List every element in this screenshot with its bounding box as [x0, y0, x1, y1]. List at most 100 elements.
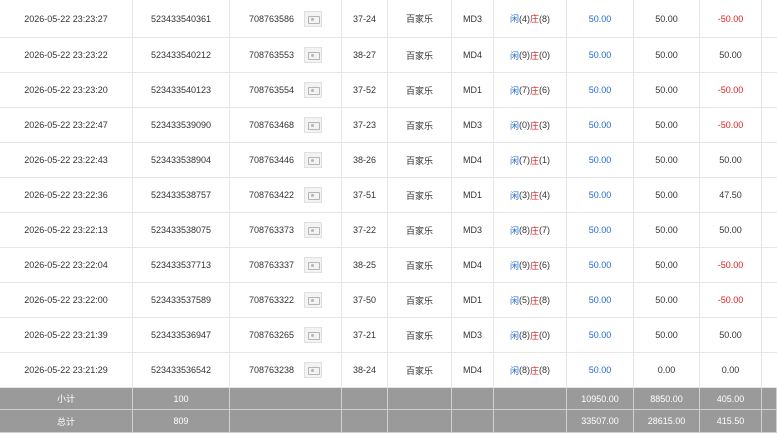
game-name: 百家乐 — [388, 283, 452, 317]
bet-time: 2026-05-22 23:23:20 — [0, 73, 133, 107]
room-code: MD4 — [452, 353, 494, 387]
trailing-cell — [762, 213, 777, 247]
total-valid: 28615.00 — [634, 410, 700, 432]
valid-bet: 50.00 — [634, 108, 700, 142]
trailing-cell — [762, 410, 777, 432]
trailing-cell — [762, 143, 777, 177]
trailing-cell — [762, 283, 777, 317]
result-cell: 闲 (9) 庄 (6) — [494, 248, 567, 282]
banker-label: 庄 — [530, 14, 540, 24]
bet-amount: 50.00 — [567, 213, 634, 247]
banker-score: (8) — [539, 365, 551, 375]
bet-id: 523433540123 — [133, 73, 230, 107]
win-loss: 0.00 — [700, 353, 762, 387]
image-thumbnail-icon[interactable] — [304, 222, 323, 238]
player-label: 闲 — [509, 260, 519, 271]
subtotal-count: 100 — [133, 388, 230, 409]
win-loss: 50.00 — [700, 213, 762, 247]
bet-amount: 50.00 — [567, 318, 634, 352]
bet-id: 523433538904 — [133, 143, 230, 177]
table-number: 37-52 — [342, 73, 388, 107]
round-id: 708763238 — [248, 365, 295, 375]
round-cell: 708763468 — [230, 108, 342, 142]
bet-id: 523433540361 — [133, 0, 230, 37]
total-count: 809 — [133, 410, 230, 432]
trailing-cell — [762, 388, 777, 409]
bet-id: 523433537589 — [133, 283, 230, 317]
table-row: 2026-05-22 23:21:29 523433536542 708763238… — [0, 353, 777, 388]
table-number: 37-24 — [342, 0, 388, 37]
round-cell: 708763554 — [230, 73, 342, 107]
banker-score: (8) — [539, 295, 551, 305]
empty-cell — [230, 410, 342, 432]
trailing-cell — [762, 38, 777, 72]
win-loss: 50.00 — [700, 318, 762, 352]
player-label: 闲 — [509, 85, 519, 96]
image-thumbnail-icon[interactable] — [304, 152, 323, 168]
player-score: (0) — [519, 120, 530, 130]
bet-time: 2026-05-22 23:23:22 — [0, 38, 133, 72]
bet-time: 2026-05-22 23:22:47 — [0, 108, 133, 142]
empty-cell — [388, 410, 452, 432]
player-label: 闲 — [509, 365, 519, 376]
game-name: 百家乐 — [388, 0, 452, 37]
result-cell: 闲 (8) 庄 (7) — [494, 213, 567, 247]
trailing-cell — [762, 108, 777, 142]
subtotal-valid: 8850.00 — [634, 388, 700, 409]
image-thumbnail-icon[interactable] — [304, 82, 323, 98]
valid-bet: 50.00 — [634, 178, 700, 212]
trailing-cell — [762, 318, 777, 352]
table-number: 37-21 — [342, 318, 388, 352]
player-label: 闲 — [509, 295, 519, 306]
image-thumbnail-icon[interactable] — [304, 362, 323, 378]
player-label: 闲 — [509, 155, 519, 166]
banker-label: 庄 — [530, 295, 540, 306]
game-name: 百家乐 — [388, 108, 452, 142]
total-bet: 33507.00 — [567, 410, 634, 432]
win-loss: 50.00 — [700, 38, 762, 72]
valid-bet: 50.00 — [634, 248, 700, 282]
banker-label: 庄 — [530, 260, 540, 271]
result-cell: 闲 (3) 庄 (4) — [494, 178, 567, 212]
bet-amount: 50.00 — [567, 38, 634, 72]
game-name: 百家乐 — [388, 178, 452, 212]
empty-cell — [342, 388, 388, 409]
bet-time: 2026-05-22 23:22:13 — [0, 213, 133, 247]
subtotal-bet: 10950.00 — [567, 388, 634, 409]
bet-id: 523433536542 — [133, 353, 230, 387]
room-code: MD3 — [452, 0, 494, 37]
table-row: 2026-05-22 23:23:27 523433540361 708763586… — [0, 0, 777, 38]
image-thumbnail-icon[interactable] — [304, 10, 323, 27]
image-thumbnail-icon[interactable] — [304, 187, 323, 203]
table-row: 2026-05-22 23:22:47 523433539090 708763468… — [0, 108, 777, 143]
table-row: 2026-05-22 23:22:00 523433537589 708763322… — [0, 283, 777, 318]
game-name: 百家乐 — [388, 73, 452, 107]
bet-amount: 50.00 — [567, 178, 634, 212]
image-thumbnail-icon[interactable] — [304, 47, 323, 63]
trailing-cell — [762, 178, 777, 212]
room-code: MD1 — [452, 73, 494, 107]
player-score: (9) — [519, 260, 530, 270]
image-thumbnail-icon[interactable] — [304, 117, 323, 133]
player-label: 闲 — [509, 330, 519, 341]
round-cell: 708763553 — [230, 38, 342, 72]
trailing-cell — [762, 73, 777, 107]
valid-bet: 50.00 — [634, 38, 700, 72]
banker-score: (1) — [539, 155, 551, 165]
valid-bet: 0.00 — [634, 353, 700, 387]
image-thumbnail-icon[interactable] — [304, 327, 323, 343]
game-name: 百家乐 — [388, 248, 452, 282]
player-score: (5) — [519, 295, 530, 305]
player-score: (8) — [519, 225, 530, 235]
image-thumbnail-icon[interactable] — [304, 257, 323, 273]
result-cell: 闲 (8) 庄 (8) — [494, 353, 567, 387]
round-id: 708763468 — [248, 120, 295, 130]
bet-amount: 50.00 — [567, 283, 634, 317]
subtotal-win: 405.00 — [700, 388, 762, 409]
image-thumbnail-icon[interactable] — [304, 292, 323, 308]
room-code: MD3 — [452, 318, 494, 352]
table-row: 2026-05-22 23:22:36 523433538757 708763422… — [0, 178, 777, 213]
table-number: 37-51 — [342, 178, 388, 212]
player-label: 闲 — [509, 14, 519, 24]
bet-time: 2026-05-22 23:22:04 — [0, 248, 133, 282]
